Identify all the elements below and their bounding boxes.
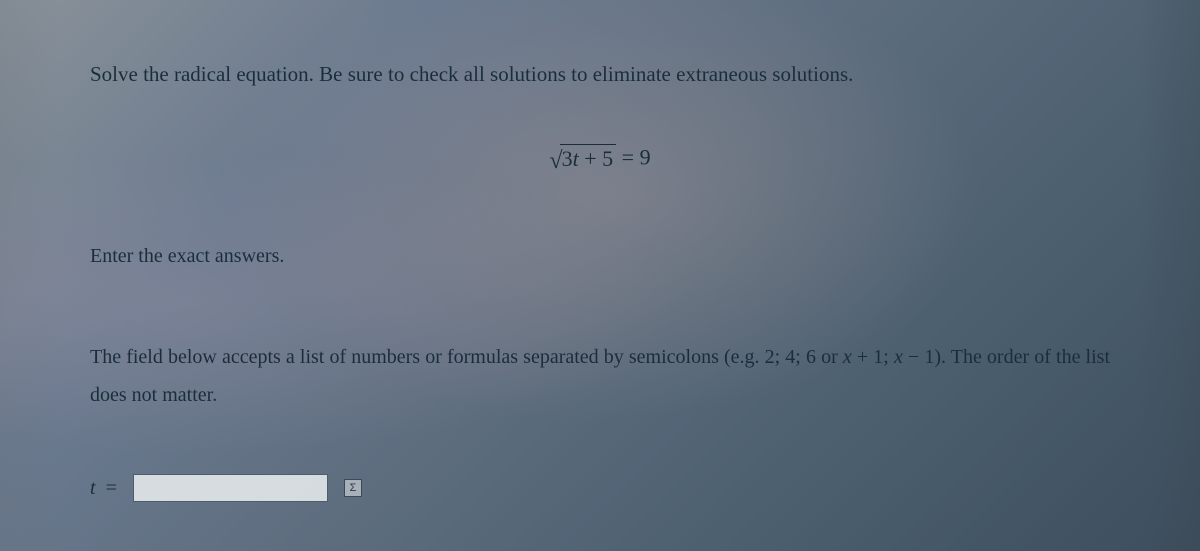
equation-display: √3t + 5 = 9 [90, 144, 1110, 175]
sqrt-radicand: 3t + 5 [560, 144, 617, 172]
answer-input[interactable] [133, 474, 328, 502]
answer-variable-label: t [90, 477, 96, 500]
equation-equals: = [616, 145, 639, 170]
equation-rhs: 9 [640, 145, 651, 170]
field-instruction: The field below accepts a list of number… [90, 338, 1110, 414]
answer-row: t = Σ [90, 474, 1110, 502]
problem-instruction: Solve the radical equation. Be sure to c… [90, 60, 1110, 89]
sub-instruction: Enter the exact answers. [90, 245, 1110, 268]
answer-equals-sign: = [106, 477, 117, 500]
equation-editor-icon[interactable]: Σ [344, 479, 362, 497]
